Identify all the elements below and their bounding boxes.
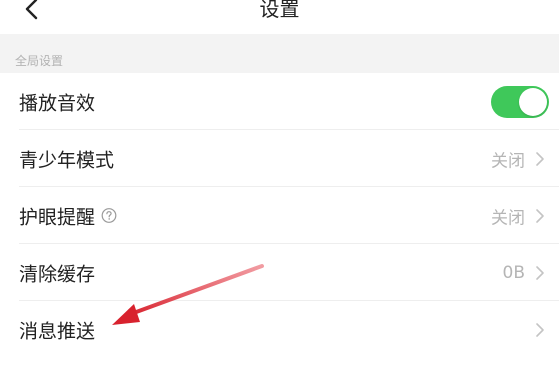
- row-clear-cache[interactable]: 清除缓存 0B: [0, 244, 559, 301]
- row-sound-effects[interactable]: 播放音效: [0, 73, 559, 130]
- toggle-knob: [519, 87, 547, 116]
- chevron-right-icon: [535, 322, 545, 338]
- row-value: 关闭: [491, 208, 525, 228]
- chevron-right-icon: [535, 208, 545, 224]
- chevron-right-icon: [535, 151, 545, 167]
- chevron-right-icon: [535, 265, 545, 281]
- row-label: 护眼提醒: [19, 202, 117, 229]
- section-label: 全局设置: [15, 54, 64, 68]
- top-bar: 设置: [0, 0, 559, 34]
- page-title: 设置: [259, 0, 300, 21]
- row-label: 青少年模式: [19, 149, 115, 171]
- row-label: 清除缓存: [19, 263, 96, 285]
- sound-effects-toggle[interactable]: [491, 85, 549, 118]
- row-value: 关闭: [491, 151, 525, 171]
- row-value: 0B: [502, 262, 525, 283]
- section-header: 全局设置: [0, 34, 559, 73]
- row-eye-care[interactable]: 护眼提醒 关闭: [0, 187, 559, 244]
- help-icon[interactable]: [101, 208, 117, 224]
- row-label: 消息推送: [19, 320, 96, 342]
- row-push-notifications[interactable]: 消息推送: [0, 301, 559, 358]
- row-label: 播放音效: [19, 92, 96, 114]
- row-teen-mode[interactable]: 青少年模式 关闭: [0, 130, 559, 187]
